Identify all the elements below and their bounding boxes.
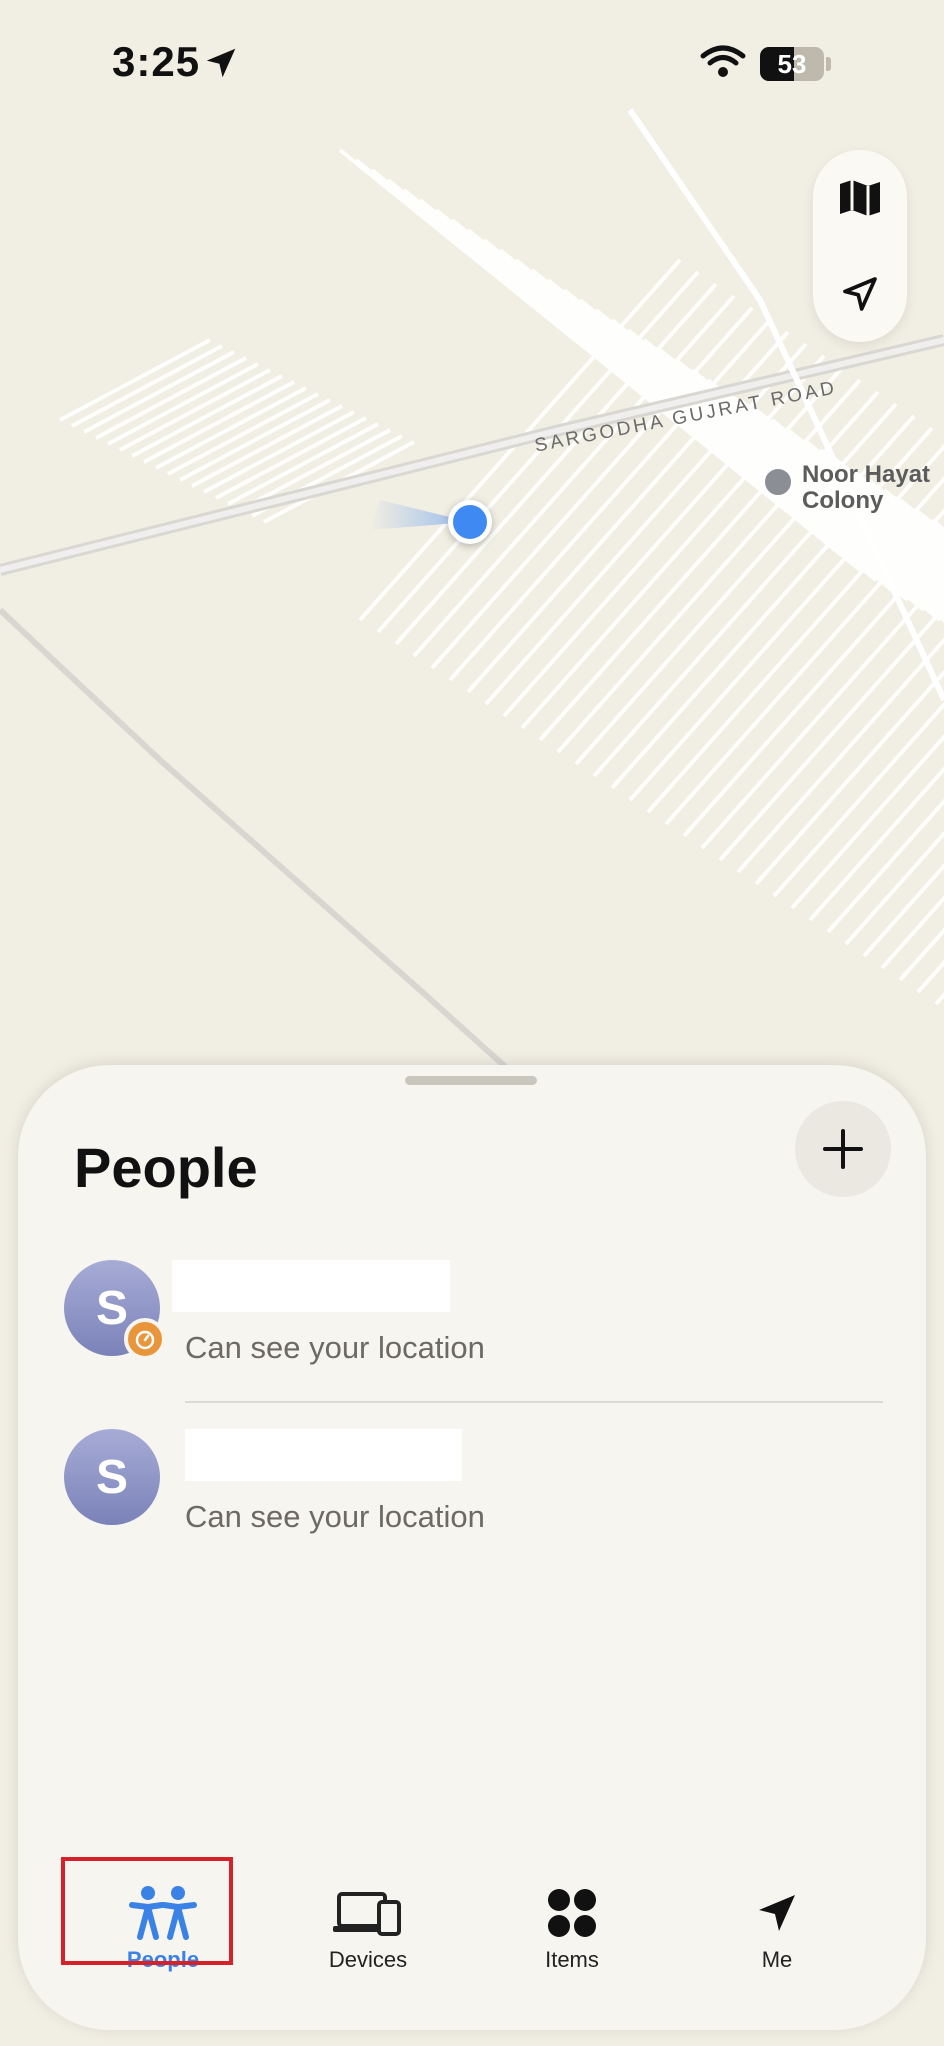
sheet-title: People	[74, 1136, 258, 1199]
plus-icon	[823, 1129, 863, 1169]
location-arrow-icon	[759, 1895, 795, 1931]
items-icon	[548, 1889, 596, 1937]
poi-label: Noor Hayat Colony	[802, 462, 930, 514]
timer-badge-icon	[124, 1318, 166, 1360]
wifi-icon	[700, 45, 746, 77]
add-person-button[interactable]	[795, 1101, 891, 1197]
tab-devices[interactable]: Devices	[283, 1855, 453, 1975]
user-location-dot[interactable]	[448, 500, 492, 544]
redacted-name	[172, 1260, 450, 1312]
highlight-box	[61, 1857, 233, 1965]
person-subtitle: Can see your location	[185, 1330, 485, 1365]
map-icon	[840, 180, 880, 216]
map-controls	[813, 150, 907, 342]
location-arrow-outline-icon	[843, 277, 877, 311]
tab-label: Me	[761, 1947, 793, 1972]
poi-noor-hayat-colony[interactable]: Noor Hayat Colony	[762, 462, 930, 514]
divider	[185, 1401, 883, 1403]
tab-label: Items	[545, 1947, 599, 1972]
battery-icon: 53	[760, 47, 824, 81]
redacted-name	[185, 1429, 462, 1481]
sheet-grabber[interactable]	[405, 1076, 537, 1085]
devices-icon	[333, 1892, 401, 1936]
tab-items[interactable]: Items	[487, 1855, 657, 1975]
landmark-icon	[762, 466, 794, 498]
avatar: S	[64, 1429, 160, 1525]
battery-tip	[826, 57, 831, 71]
location-arrow-icon	[206, 48, 236, 78]
poi-label-line1: Noor Hayat	[802, 461, 931, 488]
person-subtitle: Can see your location	[185, 1499, 485, 1534]
person-row[interactable]: S Can see your location	[18, 1429, 926, 1569]
tab-label: Devices	[328, 1947, 408, 1972]
status-bar: 3:25 53	[0, 0, 944, 130]
tab-me[interactable]: Me	[692, 1855, 862, 1975]
person-row[interactable]: S Can see your location	[18, 1260, 926, 1400]
locate-me-button[interactable]	[813, 246, 907, 342]
map-mode-button[interactable]	[813, 150, 907, 246]
status-time: 3:25	[112, 38, 201, 85]
poi-label-line2: Colony	[802, 487, 884, 514]
battery-level: 53	[777, 49, 807, 79]
